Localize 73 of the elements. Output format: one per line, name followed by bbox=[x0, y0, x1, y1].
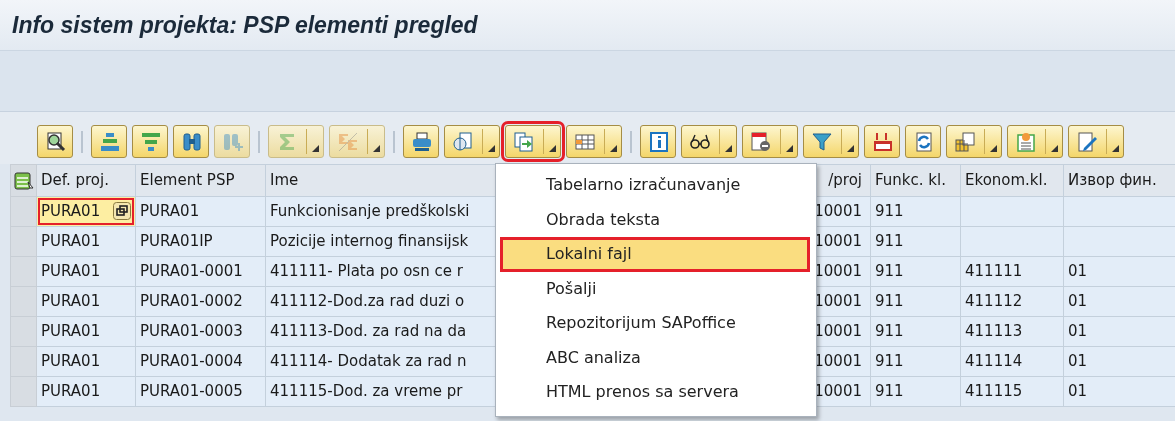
table-cell: PURA01 bbox=[135, 196, 266, 227]
value-help-icon[interactable] bbox=[113, 202, 131, 220]
caret-icon bbox=[488, 145, 495, 152]
table-cell: 01 bbox=[1063, 346, 1175, 377]
caret-icon bbox=[373, 145, 380, 152]
column-header[interactable]: Ekonom.kl. bbox=[960, 164, 1064, 197]
toolbar-button[interactable] bbox=[742, 125, 798, 158]
caret-icon bbox=[786, 145, 793, 152]
caret-icon bbox=[312, 145, 319, 152]
toolbar-button[interactable] bbox=[864, 125, 900, 158]
sigma-split-icon bbox=[337, 130, 359, 153]
funnel-icon bbox=[811, 130, 833, 153]
caret-icon bbox=[549, 145, 556, 152]
currency-icon bbox=[872, 130, 894, 153]
table-cell: 411112 bbox=[960, 286, 1064, 317]
table-cell: PURA01 bbox=[36, 376, 136, 407]
column-header[interactable]: Извор фин. bbox=[1063, 164, 1175, 197]
table-cell: 911 bbox=[870, 196, 961, 227]
window-title: Info sistem projekta: PSP elementi pregled bbox=[12, 12, 478, 38]
toolbar-button[interactable] bbox=[37, 125, 73, 158]
table-cell: PURA01 bbox=[36, 346, 136, 377]
table-cell: 911 bbox=[870, 316, 961, 347]
table-cell: 411113 bbox=[960, 316, 1064, 347]
table-cell: PURA01-0004 bbox=[135, 346, 266, 377]
caret-icon bbox=[610, 145, 617, 152]
table-cell: PURA01 bbox=[36, 286, 136, 317]
column-header[interactable]: Funkc. kl. bbox=[870, 164, 961, 197]
info-icon bbox=[648, 130, 670, 153]
table-cell: PURA01 bbox=[36, 226, 136, 257]
list-minus-icon bbox=[750, 130, 772, 153]
table-cell: 911 bbox=[870, 256, 961, 287]
menu-item[interactable]: Lokalni fajl bbox=[500, 237, 810, 272]
table-cell: PURA01-0003 bbox=[135, 316, 266, 347]
table-cell: 911 bbox=[870, 376, 961, 407]
column-header[interactable]: Def. proj. bbox=[36, 164, 136, 197]
table-cell: PURA01 bbox=[36, 256, 136, 287]
stack-icon bbox=[140, 130, 162, 153]
table-cell: PURA01 bbox=[36, 196, 136, 227]
table-cell: 01 bbox=[1063, 376, 1175, 407]
layout-icon[interactable] bbox=[13, 169, 35, 192]
table-cell: 911 bbox=[870, 286, 961, 317]
caret-icon bbox=[725, 145, 732, 152]
column-header[interactable]: Element PSP bbox=[135, 164, 266, 197]
table-cell: 01 bbox=[1063, 286, 1175, 317]
toolbar-button[interactable] bbox=[173, 125, 209, 158]
table-cell: 911 bbox=[870, 346, 961, 377]
table-cell: 411115 bbox=[960, 376, 1064, 407]
export-icon bbox=[513, 130, 535, 153]
table-cell: PURA01-0001 bbox=[135, 256, 266, 287]
document-view-icon bbox=[452, 130, 474, 153]
refresh-icon bbox=[913, 130, 935, 153]
table-cell: 911 bbox=[870, 226, 961, 257]
magnifier-icon bbox=[45, 130, 67, 153]
caret-icon bbox=[1051, 145, 1058, 152]
toolbar-button[interactable] bbox=[403, 125, 439, 158]
table-cell: 01 bbox=[1063, 256, 1175, 287]
printer-icon bbox=[411, 130, 433, 153]
caret-icon bbox=[990, 145, 997, 152]
stack-icon bbox=[99, 130, 121, 153]
table-cell: PURA01IP bbox=[135, 226, 266, 257]
table-cell: 411111 bbox=[960, 256, 1064, 287]
table-cell: 01 bbox=[1063, 316, 1175, 347]
table-cell: PURA01-0002 bbox=[135, 286, 266, 317]
pencil-icon bbox=[1076, 130, 1098, 153]
caret-icon bbox=[1112, 145, 1119, 152]
clipboard-icon bbox=[1015, 130, 1037, 153]
caret-icon bbox=[847, 145, 854, 152]
columns-icon bbox=[954, 130, 976, 153]
toolbar-button[interactable] bbox=[681, 125, 737, 158]
table-cell: PURA01 bbox=[36, 316, 136, 347]
binoculars-icon bbox=[181, 130, 203, 153]
table-cell: 411114 bbox=[960, 346, 1064, 377]
table-cell: PURA01-0005 bbox=[135, 376, 266, 407]
